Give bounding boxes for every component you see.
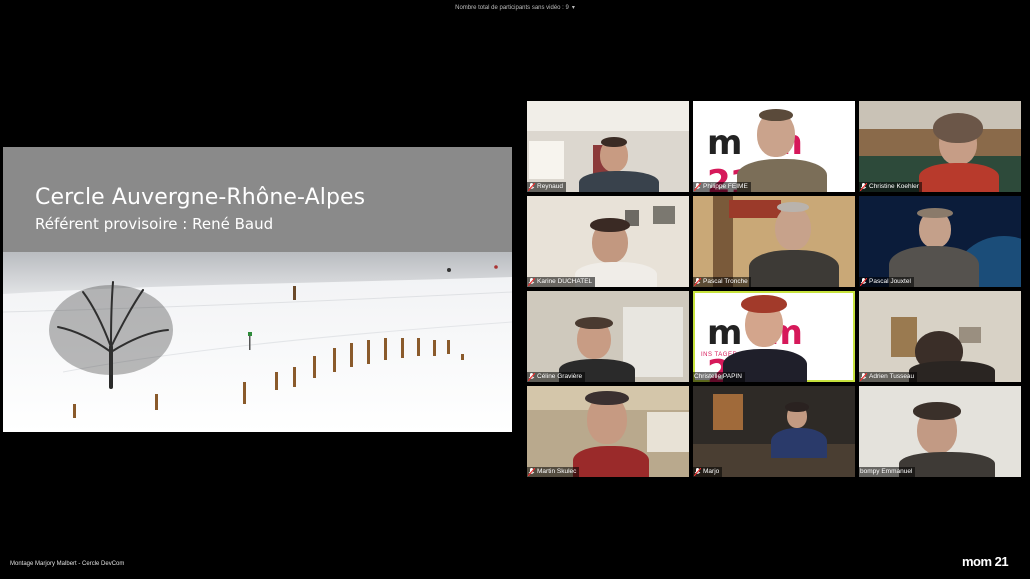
participant-body [919,163,999,192]
participant-body [573,446,649,477]
hair [777,202,809,212]
participant-name-label: Reynaud [527,182,567,192]
hair [917,208,953,218]
participant-name-label: Pascal Tronche [693,277,751,287]
mic-muted-icon [528,468,535,476]
participant-name-label: Céline Gravière [527,372,586,382]
participants-banner[interactable]: Nombre total de participants sans vidéo … [0,4,1030,11]
ceiling [527,101,689,131]
participant-name-label: Adrien Tusseau [859,372,918,382]
mic-muted-icon [860,183,867,191]
participant-name: Reynaud [537,183,564,190]
video-tile[interactable]: Pascal Jouxtel [859,196,1021,287]
video-tile[interactable]: Céline Gravière [527,291,689,382]
mic-muted-icon [694,183,701,191]
participant-body [749,250,839,287]
hair [601,137,627,147]
mic-muted-icon [860,373,867,381]
participant-name-label: Christelle PAPIN [693,372,745,382]
chevron-down-icon[interactable]: ▾ [572,5,575,11]
participant-name: Pascal Jouxtel [869,278,911,285]
video-tile[interactable]: Christine Koehler [859,101,1021,192]
sign [729,200,781,218]
headset [585,391,629,405]
participant-name-label: Philippe FEIME [693,182,751,192]
video-tile[interactable]: Adrien Tusseau [859,291,1021,382]
video-tile[interactable]: mm 21 Philippe FEIME [693,101,855,192]
participant-name: Pascal Tronche [703,278,748,285]
shelf [891,317,917,357]
video-tile[interactable]: Martin Skulec [527,386,689,477]
mic-muted-icon [694,468,701,476]
mic-muted-icon [694,278,701,286]
hair [590,218,630,232]
video-tile[interactable]: Karine DUCHATEL [527,196,689,287]
participant-name-label: Marjo [693,467,723,477]
participants-count-text: Nombre total de participants sans vidéo … [455,5,569,11]
frame [713,394,743,430]
hair [759,109,793,121]
participant-name-label: Christine Koehler [859,182,922,192]
participant-name-label: Pascal Jouxtel [859,277,914,287]
hair [741,295,787,313]
hair [575,317,613,329]
participant-name-label: bompy Emmanuel [859,467,916,477]
frame [653,206,675,224]
shared-screen[interactable]: Cercle Auvergne-Rhône-Alpes Référent pro… [3,147,512,432]
hair [913,402,961,420]
slide-title: Cercle Auvergne-Rhône-Alpes [35,185,366,210]
mic-muted-icon [528,278,535,286]
participant-name: Christelle PAPIN [694,373,742,380]
participant-name: Karine DUCHATEL [537,278,593,285]
mic-muted-icon [528,373,535,381]
window [529,141,564,179]
window [647,412,689,452]
video-tile[interactable]: bompy Emmanuel [859,386,1021,477]
participant-body [909,361,995,382]
participant-body [579,171,659,192]
participant-name-label: Martin Skulec [527,467,580,477]
participant-face [775,206,811,250]
snow-landscape-photo [3,252,512,432]
participant-body [771,428,827,458]
participant-name: Marjo [703,468,720,475]
video-tile-active-speaker[interactable]: mm 21 INS TAGER Christelle PAPIN [693,291,855,382]
mom21-footer-logo: mom 21 [962,554,1009,569]
participant-name: Adrien Tusseau [869,373,915,380]
participant-name: Philippe FEIME [703,183,748,190]
hair [785,402,809,412]
participant-name: Christine Koehler [869,183,919,190]
credit-text: Montage Marjory Malbert - Cercle DevCom [10,561,125,567]
video-tile[interactable]: Pascal Tronche [693,196,855,287]
participant-name: Céline Gravière [537,373,583,380]
mic-muted-icon [528,183,535,191]
video-tile[interactable]: Reynaud [527,101,689,192]
slide-subtitle: Référent provisoire : René Baud [35,215,274,233]
participant-name: bompy Emmanuel [860,468,913,475]
video-tile[interactable]: Marjo [693,386,855,477]
participant-name-label: Karine DUCHATEL [527,277,596,287]
mic-muted-icon [860,278,867,286]
hair [933,113,983,143]
participant-name: Martin Skulec [537,468,577,475]
slide-header: Cercle Auvergne-Rhône-Alpes Référent pro… [3,147,512,252]
frame [959,327,981,343]
